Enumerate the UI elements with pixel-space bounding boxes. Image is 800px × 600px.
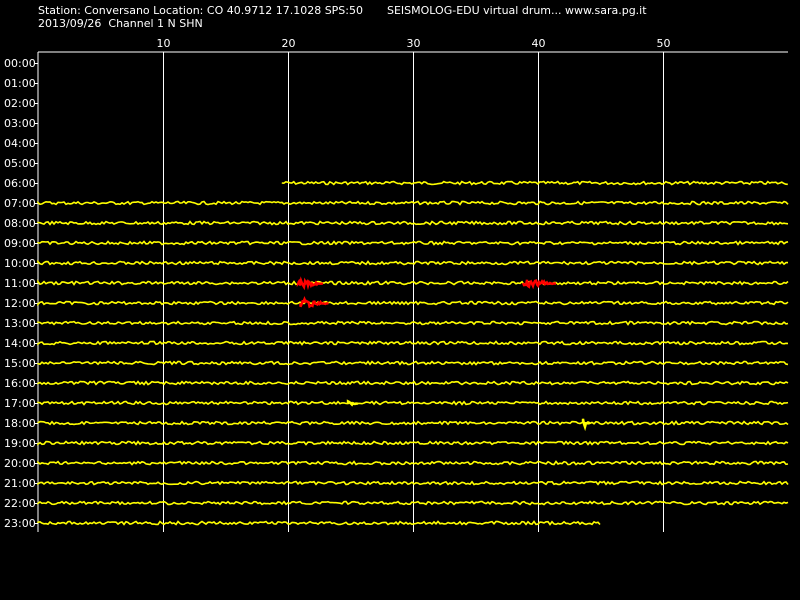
hour-label: 18:00 <box>4 417 36 430</box>
hour-label: 06:00 <box>4 177 36 190</box>
hour-label: 03:00 <box>4 117 36 130</box>
seismogram-drum-chart: 10 20 30 40 50 00:00 01:00 02:00 03:00 04:00 05:00… <box>4 37 789 532</box>
hour-label: 07:00 <box>4 197 36 210</box>
x-tick-label: 10 <box>157 37 171 50</box>
hour-label: 17:00 <box>4 397 36 410</box>
x-tick-label: 20 <box>282 37 296 50</box>
hour-label: 00:00 <box>4 57 36 70</box>
hour-label: 05:00 <box>4 157 36 170</box>
seismic-trace <box>281 180 788 186</box>
hour-label: 15:00 <box>4 357 36 370</box>
hour-label: 14:00 <box>4 337 36 350</box>
x-tick-label: 30 <box>407 37 421 50</box>
event-mark <box>581 418 591 432</box>
event-mark <box>346 399 359 407</box>
hour-label: 13:00 <box>4 317 36 330</box>
hour-label: 23:00 <box>4 517 36 530</box>
hour-label: 02:00 <box>4 97 36 110</box>
hour-label: 16:00 <box>4 377 36 390</box>
hour-label: 04:00 <box>4 137 36 150</box>
seismic-trace <box>37 520 601 526</box>
hour-label: 20:00 <box>4 457 36 470</box>
x-tick-label: 40 <box>532 37 546 50</box>
hour-label: 09:00 <box>4 237 36 250</box>
hour-label: 11:00 <box>4 277 36 290</box>
x-tick-label: 50 <box>657 37 671 50</box>
hour-label: 21:00 <box>4 477 36 490</box>
hour-label: 01:00 <box>4 77 36 90</box>
hour-label: 19:00 <box>4 437 36 450</box>
hour-label: 08:00 <box>4 217 36 230</box>
hour-label: 12:00 <box>4 297 36 310</box>
hour-label: 22:00 <box>4 497 36 510</box>
hour-label: 10:00 <box>4 257 36 270</box>
event-mark <box>521 279 556 290</box>
